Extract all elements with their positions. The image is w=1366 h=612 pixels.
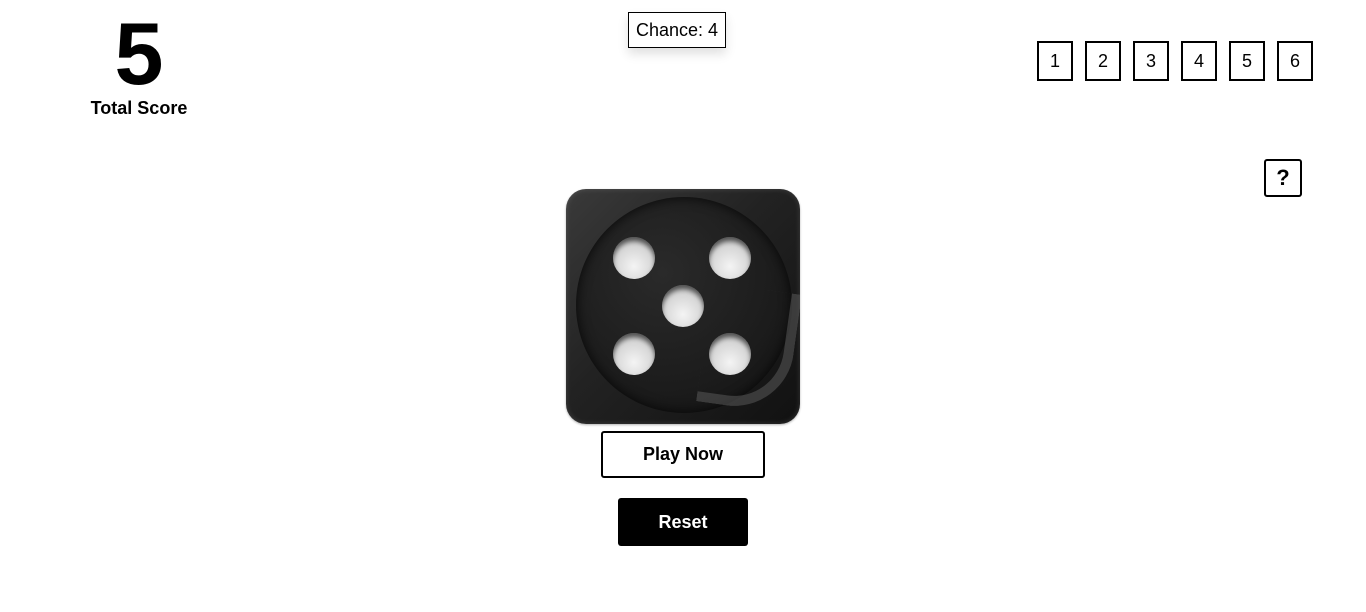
die-five-icon[interactable] (566, 189, 800, 424)
chance-counter: Chance: 4 (628, 12, 726, 48)
die-pip-center (662, 285, 704, 327)
total-score-value: 5 (114, 4, 164, 103)
die-pip-bottom-left (613, 333, 655, 375)
number-option-2[interactable]: 2 (1085, 41, 1121, 81)
number-selector: 1 2 3 4 5 6 (1037, 41, 1313, 81)
number-option-6[interactable]: 6 (1277, 41, 1313, 81)
die-pip-top-right (709, 237, 751, 279)
die-pip-bottom-right (709, 333, 751, 375)
help-button[interactable]: ? (1264, 159, 1302, 197)
total-score-label: Total Score (90, 98, 188, 118)
play-now-button[interactable]: Play Now (601, 431, 765, 478)
dice-game-page: 5 Total Score Chance: 4 1 2 3 4 5 6 ? Pl… (0, 0, 1366, 612)
number-option-4[interactable]: 4 (1181, 41, 1217, 81)
number-option-1[interactable]: 1 (1037, 41, 1073, 81)
number-option-3[interactable]: 3 (1133, 41, 1169, 81)
reset-button[interactable]: Reset (618, 498, 748, 546)
number-option-5[interactable]: 5 (1229, 41, 1265, 81)
score-panel: 5 Total Score (88, 8, 190, 119)
die-pip-top-left (613, 237, 655, 279)
